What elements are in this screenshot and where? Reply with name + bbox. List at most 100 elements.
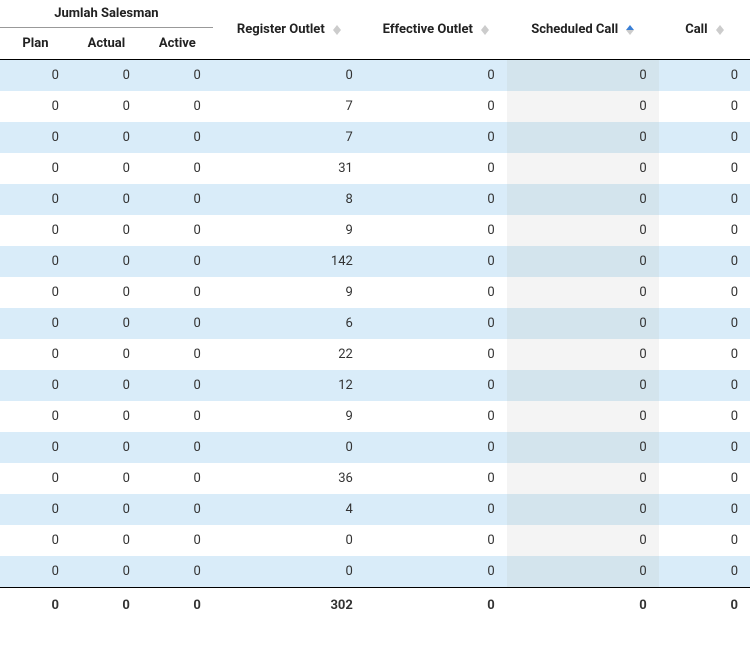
cell-register-outlet: 0 xyxy=(213,432,365,463)
cell-actual: 0 xyxy=(71,246,142,277)
table-row: 00036000 xyxy=(0,463,750,494)
cell-actual: 0 xyxy=(71,339,142,370)
sort-asc-icon xyxy=(626,25,634,35)
cell-effective-outlet: 0 xyxy=(365,494,507,525)
sort-icon xyxy=(333,25,341,35)
totals-row: 0 0 0 302 0 0 0 xyxy=(0,588,750,624)
cell-call: 0 xyxy=(659,122,750,153)
cell-plan: 0 xyxy=(0,370,71,401)
header-group-salesman: Jumlah Salesman xyxy=(0,0,213,28)
cell-effective-outlet: 0 xyxy=(365,370,507,401)
cell-plan: 0 xyxy=(0,308,71,339)
cell-scheduled-call: 0 xyxy=(507,525,659,556)
cell-active: 0 xyxy=(142,339,213,370)
table-row: 0000000 xyxy=(0,60,750,92)
cell-plan: 0 xyxy=(0,153,71,184)
cell-actual: 0 xyxy=(71,277,142,308)
table-row: 0009000 xyxy=(0,215,750,246)
total-register-outlet: 302 xyxy=(213,588,365,624)
cell-scheduled-call: 0 xyxy=(507,556,659,588)
cell-register-outlet: 7 xyxy=(213,91,365,122)
cell-actual: 0 xyxy=(71,60,142,92)
cell-effective-outlet: 0 xyxy=(365,556,507,588)
sort-icon xyxy=(481,25,489,35)
cell-scheduled-call: 0 xyxy=(507,432,659,463)
cell-actual: 0 xyxy=(71,153,142,184)
cell-scheduled-call: 0 xyxy=(507,153,659,184)
cell-active: 0 xyxy=(142,277,213,308)
cell-scheduled-call: 0 xyxy=(507,401,659,432)
cell-active: 0 xyxy=(142,556,213,588)
cell-call: 0 xyxy=(659,525,750,556)
header-effective-outlet[interactable]: Effective Outlet xyxy=(365,0,507,60)
header-active[interactable]: Active xyxy=(142,28,213,60)
cell-active: 0 xyxy=(142,215,213,246)
cell-call: 0 xyxy=(659,184,750,215)
cell-active: 0 xyxy=(142,91,213,122)
header-scheduled-call[interactable]: Scheduled Call xyxy=(507,0,659,60)
cell-register-outlet: 0 xyxy=(213,60,365,92)
cell-call: 0 xyxy=(659,91,750,122)
table-row: 0000000 xyxy=(0,556,750,588)
cell-plan: 0 xyxy=(0,277,71,308)
table-row: 00012000 xyxy=(0,370,750,401)
table-row: 0004000 xyxy=(0,494,750,525)
cell-scheduled-call: 0 xyxy=(507,215,659,246)
cell-call: 0 xyxy=(659,463,750,494)
cell-actual: 0 xyxy=(71,308,142,339)
total-effective-outlet: 0 xyxy=(365,588,507,624)
cell-effective-outlet: 0 xyxy=(365,525,507,556)
table-row: 0007000 xyxy=(0,122,750,153)
cell-plan: 0 xyxy=(0,525,71,556)
table-row: 00022000 xyxy=(0,339,750,370)
header-call[interactable]: Call xyxy=(659,0,750,60)
total-scheduled-call: 0 xyxy=(507,588,659,624)
total-call: 0 xyxy=(659,588,750,624)
total-active: 0 xyxy=(142,588,213,624)
table-row: 0000000 xyxy=(0,525,750,556)
cell-register-outlet: 0 xyxy=(213,525,365,556)
cell-active: 0 xyxy=(142,122,213,153)
cell-register-outlet: 0 xyxy=(213,556,365,588)
cell-active: 0 xyxy=(142,494,213,525)
total-actual: 0 xyxy=(71,588,142,624)
sort-icon xyxy=(716,25,724,35)
cell-plan: 0 xyxy=(0,184,71,215)
cell-scheduled-call: 0 xyxy=(507,370,659,401)
cell-actual: 0 xyxy=(71,525,142,556)
cell-plan: 0 xyxy=(0,215,71,246)
cell-plan: 0 xyxy=(0,401,71,432)
cell-active: 0 xyxy=(142,463,213,494)
cell-plan: 0 xyxy=(0,339,71,370)
cell-call: 0 xyxy=(659,494,750,525)
table-row: 0008000 xyxy=(0,184,750,215)
cell-register-outlet: 142 xyxy=(213,246,365,277)
cell-plan: 0 xyxy=(0,122,71,153)
cell-active: 0 xyxy=(142,370,213,401)
cell-register-outlet: 31 xyxy=(213,153,365,184)
table-row: 00031000 xyxy=(0,153,750,184)
cell-effective-outlet: 0 xyxy=(365,122,507,153)
cell-actual: 0 xyxy=(71,556,142,588)
cell-register-outlet: 9 xyxy=(213,215,365,246)
cell-register-outlet: 6 xyxy=(213,308,365,339)
header-plan[interactable]: Plan xyxy=(0,28,71,60)
cell-register-outlet: 9 xyxy=(213,277,365,308)
cell-effective-outlet: 0 xyxy=(365,463,507,494)
cell-effective-outlet: 0 xyxy=(365,401,507,432)
cell-call: 0 xyxy=(659,339,750,370)
cell-scheduled-call: 0 xyxy=(507,463,659,494)
header-register-outlet[interactable]: Register Outlet xyxy=(213,0,365,60)
table-row: 0009000 xyxy=(0,401,750,432)
cell-plan: 0 xyxy=(0,60,71,92)
cell-call: 0 xyxy=(659,432,750,463)
cell-scheduled-call: 0 xyxy=(507,60,659,92)
cell-active: 0 xyxy=(142,60,213,92)
table-row: 0009000 xyxy=(0,277,750,308)
cell-plan: 0 xyxy=(0,463,71,494)
cell-effective-outlet: 0 xyxy=(365,91,507,122)
cell-call: 0 xyxy=(659,153,750,184)
cell-scheduled-call: 0 xyxy=(507,184,659,215)
cell-call: 0 xyxy=(659,277,750,308)
header-actual[interactable]: Actual xyxy=(71,28,142,60)
